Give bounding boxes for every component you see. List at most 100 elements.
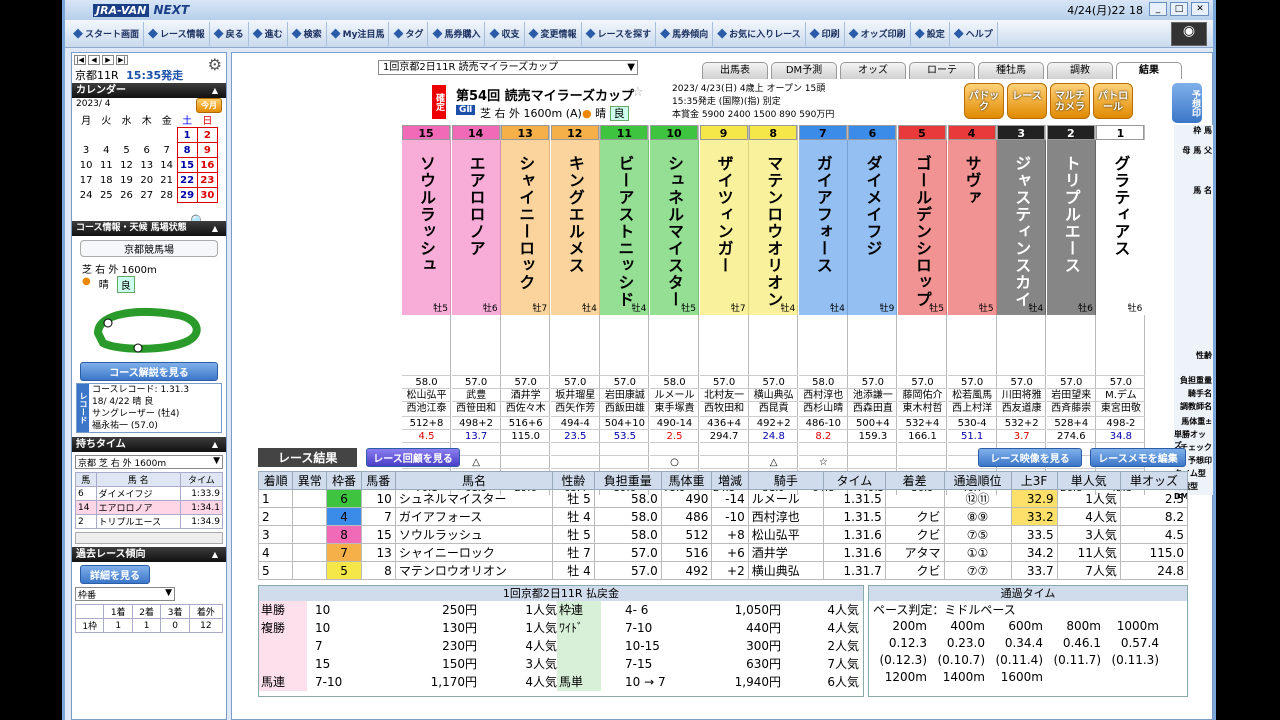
- horse-name[interactable]: シュネルマイスター: [664, 155, 686, 315]
- results-row[interactable]: 1 6 10 シュネルマイスター牡 5 58.0 490 -14 ルメール 1.31.5 ⑫⑪ 32…: [257, 489, 1189, 508]
- first-icon[interactable]: |◀: [74, 55, 86, 65]
- results-col-header[interactable]: 馬体重: [660, 471, 713, 490]
- toolbar-button[interactable]: ◆ タグ: [389, 21, 429, 46]
- calendar-day[interactable]: 23: [196, 172, 219, 188]
- calendar-day[interactable]: 19: [116, 173, 136, 188]
- horse-name[interactable]: ジャスティンスカイ: [1011, 155, 1033, 315]
- calendar-day[interactable]: 14: [157, 158, 177, 173]
- toolbar-button[interactable]: ◆ 戻る: [210, 21, 249, 46]
- video-button[interactable]: マルチカメラ: [1050, 83, 1090, 119]
- calendar-day[interactable]: 3: [76, 143, 96, 158]
- time-row[interactable]: 14 エアロロノア 1:34.1: [75, 500, 224, 515]
- toolbar-button[interactable]: ◆ 印刷: [806, 21, 845, 46]
- time-row[interactable]: 2 トリプルエース 1:34.9: [75, 514, 224, 529]
- close-button[interactable]: ✕: [1191, 2, 1209, 16]
- horse-column[interactable]: 2トリプルエース牡657.0岩田望来西斉藤崇528+4274.642.526.8: [1046, 125, 1096, 495]
- horse-column[interactable]: 3ジャスティンスカイ牡457.0川田将雅西友道康532+23.7▲74.973.…: [997, 125, 1047, 495]
- horse-name[interactable]: ザイツィンガー: [714, 155, 736, 315]
- tab[interactable]: オッズ: [840, 62, 906, 79]
- horse-name[interactable]: ビーアストニッシド: [614, 155, 636, 315]
- toolbar-button[interactable]: ◆ 設定: [911, 21, 950, 46]
- tab[interactable]: 結果: [1116, 62, 1182, 79]
- this-month-button[interactable]: 今月: [196, 98, 222, 113]
- calendar-day[interactable]: 21: [157, 173, 177, 188]
- calendar-day[interactable]: 15: [176, 157, 198, 173]
- results-row[interactable]: 5 5 8 マテンロウオリオン牡 4 57.0 492 +2 横山典弘 1.31.7 クビ ⑦⑦ 33…: [257, 561, 1189, 580]
- calendar-day[interactable]: 25: [96, 188, 116, 203]
- horse-column[interactable]: 14エアロロノア牡657.0武豊西笹田和498+213.7△65.161.5: [451, 125, 501, 495]
- prediction-button[interactable]: 予想印: [1172, 83, 1202, 123]
- toolbar-button[interactable]: ◆ ヘルプ: [950, 21, 998, 46]
- results-col-header[interactable]: 枠番: [326, 471, 362, 490]
- toolbar-button[interactable]: ◆ レース情報: [144, 21, 210, 46]
- calendar-day[interactable]: 13: [137, 158, 157, 173]
- results-col-header[interactable]: タイム: [822, 471, 886, 490]
- results-col-header[interactable]: 通過順位: [943, 471, 1012, 490]
- detail-button[interactable]: 詳細を見る: [80, 565, 150, 584]
- memo-button[interactable]: レースメモを編集: [1090, 448, 1186, 467]
- last-icon[interactable]: ▶|: [116, 55, 128, 65]
- video-button[interactable]: レース映像を見る: [978, 448, 1082, 467]
- maximize-button[interactable]: □: [1170, 2, 1188, 16]
- toolbar-button[interactable]: ◆ 検索: [288, 21, 327, 46]
- results-col-header[interactable]: 騎手: [747, 471, 824, 490]
- results-row[interactable]: 3 8 15 ソウルラッシュ牡 5 58.0 512 +8 松山弘平 1.31.6 クビ ⑦⑤ 33.…: [257, 525, 1189, 544]
- results-col-header[interactable]: 着差: [884, 471, 945, 490]
- horse-column[interactable]: 4サヴァ牡557.0松若風馬西上村洋530-451.146.746.7: [947, 125, 997, 495]
- results-row[interactable]: 4 7 13 シャイニーロック牡 7 57.0 516 +6 酒井学 1.31.6 アタマ ①① 34…: [257, 543, 1189, 562]
- calendar-day[interactable]: 30: [196, 187, 219, 203]
- tab[interactable]: 出馬表: [702, 62, 768, 79]
- calendar-day[interactable]: 16: [196, 157, 219, 173]
- toolbar-button[interactable]: ◆ 馬券傾向: [656, 21, 714, 46]
- minimize-button[interactable]: _: [1149, 2, 1167, 16]
- calendar-day[interactable]: 24: [76, 188, 96, 203]
- results-col-header[interactable]: 着順: [257, 471, 294, 490]
- horse-name[interactable]: グラティアス: [1110, 155, 1132, 315]
- calendar-day[interactable]: 28: [157, 188, 177, 203]
- horse-name[interactable]: サヴァ: [962, 155, 984, 315]
- results-col-header[interactable]: 馬番: [360, 471, 396, 490]
- horse-column[interactable]: 1グラティアス牡657.0M.デム東宮田敬498-234.848.042.8: [1096, 125, 1146, 495]
- gear-icon[interactable]: ⚙: [208, 55, 222, 74]
- toolbar-button[interactable]: ◆ オッズ印刷: [845, 21, 911, 46]
- results-col-header[interactable]: 性齢: [552, 471, 595, 490]
- star-icon[interactable]: ☆: [632, 85, 644, 100]
- video-button[interactable]: パドック: [964, 83, 1004, 119]
- tab[interactable]: 調教: [1047, 62, 1113, 79]
- toolbar-button[interactable]: ◆ 進む: [249, 21, 288, 46]
- horse-name[interactable]: シャイニーロック: [515, 155, 537, 315]
- horse-column[interactable]: 11ビーアストニッシド牡457.0岩田康誠西飯田雄504+1053.555.13…: [600, 125, 650, 495]
- horse-column[interactable]: 7ガイアフォース牡458.0西村淳也西杉山晴486-108.2☆55.364.8: [798, 125, 848, 495]
- results-col-header[interactable]: 上3F: [1010, 471, 1058, 490]
- results-col-header[interactable]: 異常: [292, 471, 328, 490]
- calendar-day[interactable]: 29: [176, 187, 198, 203]
- horse-column[interactable]: 13シャイニーロック牡757.0酒井学西佐々木516+6115.047.229.…: [501, 125, 551, 495]
- toolbar-button[interactable]: ◆ レースを探す: [582, 21, 657, 46]
- toolbar-button[interactable]: ◆ お気に入りレース: [713, 21, 806, 46]
- horse-name[interactable]: マテンロウオリオン: [763, 155, 785, 315]
- tab[interactable]: ローテ: [909, 62, 975, 79]
- calendar-day[interactable]: 22: [176, 172, 198, 188]
- results-col-header[interactable]: 負担重量: [593, 471, 662, 490]
- horizontal-scrollbar[interactable]: [75, 532, 223, 544]
- prev-icon[interactable]: ◀: [88, 55, 100, 65]
- results-col-header[interactable]: 馬名: [394, 471, 554, 490]
- results-row[interactable]: 2 4 7 ガイアフォース牡 4 58.0 486 -10 西村淳也 1.31.5 クビ ⑧⑨ 33.…: [257, 507, 1189, 526]
- avatar[interactable]: ◉: [1171, 22, 1207, 46]
- video-button[interactable]: パトロール: [1093, 83, 1133, 119]
- calendar-day[interactable]: 12: [116, 158, 136, 173]
- results-col-header[interactable]: 単人気: [1056, 471, 1121, 490]
- horse-name[interactable]: ゴールデンシロップ: [912, 155, 934, 315]
- horse-column[interactable]: 8マテンロウオリオン牡457.0横山典弘西昆貢492+224.8△69.651.…: [749, 125, 799, 495]
- tab[interactable]: 種牡馬: [978, 62, 1044, 79]
- tab[interactable]: DM予測: [771, 62, 837, 79]
- calendar-day[interactable]: 9: [196, 142, 219, 158]
- toolbar-button[interactable]: ◆ 変更情報: [525, 21, 582, 46]
- horse-name[interactable]: ソウルラッシュ: [416, 155, 438, 315]
- calendar-day[interactable]: 20: [137, 173, 157, 188]
- horse-name[interactable]: ダイメイフジ: [862, 155, 884, 315]
- horse-name[interactable]: エアロロノア: [466, 155, 488, 315]
- trend-select[interactable]: 枠番 ▼: [75, 587, 175, 601]
- time-course-select[interactable]: 京都 芝 右 外 1600m ▼: [75, 455, 223, 469]
- horse-column[interactable]: 10シュネルマイスター牡558.0ルメール東手塚貴490-142.5○85.97…: [650, 125, 699, 495]
